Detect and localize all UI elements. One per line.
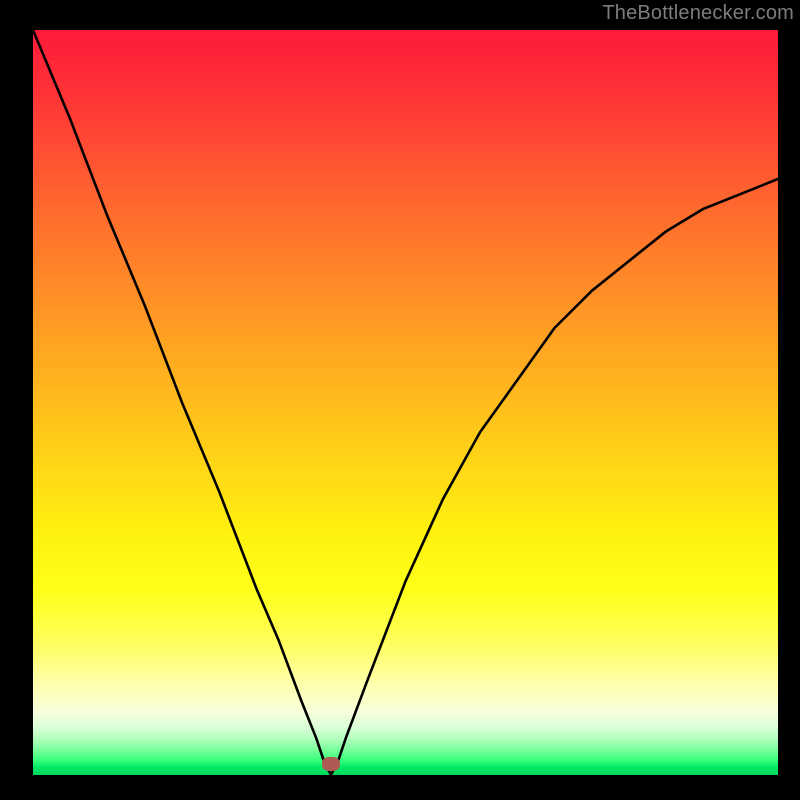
attribution-text: TheBottlenecker.com (602, 2, 794, 25)
plot-area (33, 30, 778, 775)
bottleneck-curve (33, 30, 778, 775)
optimum-marker (322, 757, 340, 771)
curve-svg (33, 30, 778, 775)
chart-frame: TheBottlenecker.com (0, 0, 800, 800)
